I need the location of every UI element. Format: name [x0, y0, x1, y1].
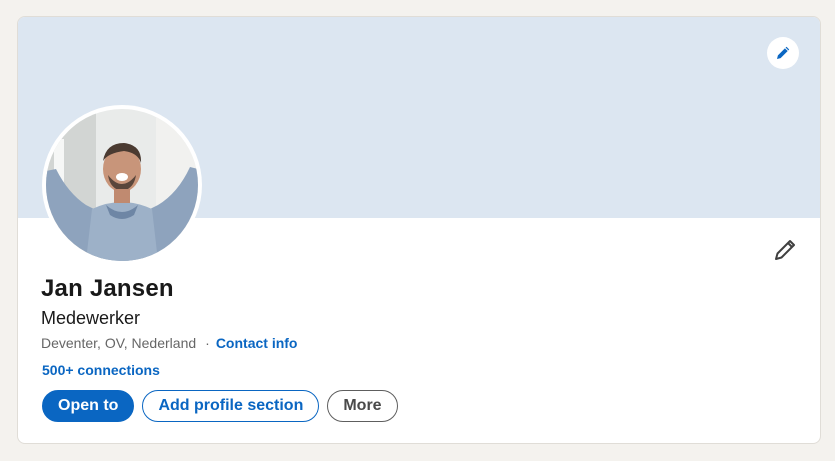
edit-banner-button[interactable] — [767, 37, 799, 69]
avatar-frame[interactable] — [42, 105, 202, 265]
more-button[interactable]: More — [327, 390, 398, 422]
pencil-icon — [775, 240, 795, 260]
profile-card: Jan Jansen Medewerker Deventer, OV, Nede… — [17, 16, 821, 444]
contact-info-link[interactable]: Contact info — [216, 335, 298, 351]
pencil-icon — [777, 46, 790, 59]
add-profile-section-button[interactable]: Add profile section — [142, 390, 320, 422]
connections-link[interactable]: 500+ connections — [42, 362, 160, 378]
profile-location-row: Deventer, OV, Nederland · Contact info — [41, 335, 297, 351]
open-to-button[interactable]: Open to — [42, 390, 135, 422]
edit-intro-button[interactable] — [770, 235, 800, 265]
separator-dot: · — [205, 335, 210, 351]
profile-name: Jan Jansen — [41, 275, 174, 302]
avatar — [46, 109, 198, 261]
profile-location: Deventer, OV, Nederland — [41, 335, 197, 351]
profile-headline: Medewerker — [41, 308, 141, 328]
profile-actions: Open to Add profile section More — [42, 390, 398, 422]
